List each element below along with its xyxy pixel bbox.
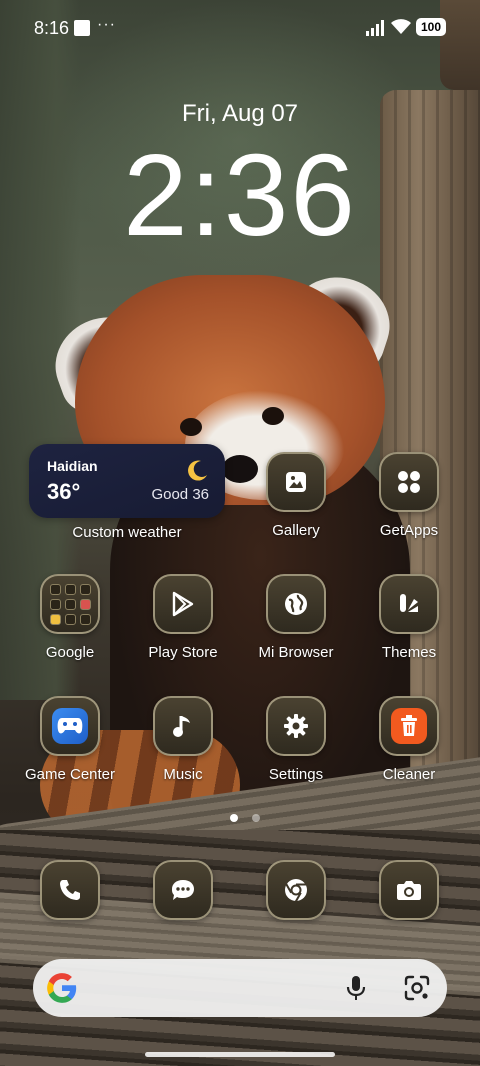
wallpaper-panda-eye: [262, 407, 284, 425]
weather-widget[interactable]: Haidian 36° Good 36: [29, 444, 225, 518]
weather-temperature: 36°: [47, 479, 81, 504]
weather-air-quality: Good 36: [151, 486, 209, 503]
dock-messages[interactable]: [128, 860, 238, 920]
battery-icon: 100: [416, 18, 446, 36]
app-label: Music: [163, 766, 203, 783]
lockscreen-clock: 2:36: [123, 130, 357, 260]
home-indicator[interactable]: [145, 1052, 335, 1057]
folder-google[interactable]: Google: [15, 574, 125, 661]
status-time: 8:16: [34, 18, 70, 38]
cleaner-icon: [379, 696, 439, 756]
app-gallery[interactable]: Gallery: [241, 452, 351, 539]
app-label: Themes: [381, 644, 437, 661]
app-themes[interactable]: Themes: [354, 574, 464, 661]
app-cleaner[interactable]: Cleaner: [354, 696, 464, 783]
more-notifications-icon: ···: [97, 16, 116, 33]
google-logo-icon: [47, 973, 77, 1003]
app-label: GetApps: [379, 522, 439, 539]
getapps-icon: [379, 452, 439, 512]
app-label: Settings: [268, 766, 324, 783]
app-settings[interactable]: Settings: [241, 696, 351, 783]
page-dot: [252, 814, 261, 822]
chrome-icon: [266, 860, 326, 920]
page-dot-active: [230, 814, 238, 822]
messages-icon: [153, 860, 213, 920]
wallpaper-panda-eye: [180, 418, 202, 436]
globe-icon: [266, 574, 326, 634]
game-center-icon: [40, 696, 100, 756]
page-indicator: [225, 809, 265, 827]
camera-icon: [379, 860, 439, 920]
notification-icon: [74, 20, 90, 36]
microphone-icon[interactable]: [343, 974, 369, 1002]
weather-city: Haidian: [47, 458, 98, 474]
status-bar: 8:16 ··· 100: [0, 0, 480, 56]
play-store-icon: [153, 574, 213, 634]
app-label: Cleaner: [382, 766, 436, 783]
weather-widget-label: Custom weather: [72, 524, 182, 541]
dock-camera[interactable]: [354, 860, 464, 920]
app-label: Gallery: [272, 522, 320, 539]
signal-icon: [366, 20, 384, 36]
app-label: Mi Browser: [258, 644, 334, 661]
google-folder-icon: [40, 574, 100, 634]
wifi-icon: [391, 19, 411, 34]
app-getapps[interactable]: GetApps: [354, 452, 464, 539]
app-label: Game Center: [24, 766, 116, 783]
gallery-icon: [266, 452, 326, 512]
dock-chrome[interactable]: [241, 860, 351, 920]
gear-icon: [266, 696, 326, 756]
google-search-bar[interactable]: [33, 959, 447, 1017]
themes-icon: [379, 574, 439, 634]
app-game-center[interactable]: Game Center: [15, 696, 125, 783]
google-lens-icon[interactable]: [403, 974, 431, 1002]
app-label: Play Store: [148, 644, 218, 661]
phone-icon: [40, 860, 100, 920]
lockscreen-date: Fri, Aug 07: [181, 100, 299, 127]
app-mi-browser[interactable]: Mi Browser: [241, 574, 351, 661]
app-label: Google: [45, 644, 95, 661]
dock-phone[interactable]: [15, 860, 125, 920]
music-note-icon: [153, 696, 213, 756]
app-play-store[interactable]: Play Store: [128, 574, 238, 661]
app-music[interactable]: Music: [128, 696, 238, 783]
moon-icon: [188, 460, 207, 481]
